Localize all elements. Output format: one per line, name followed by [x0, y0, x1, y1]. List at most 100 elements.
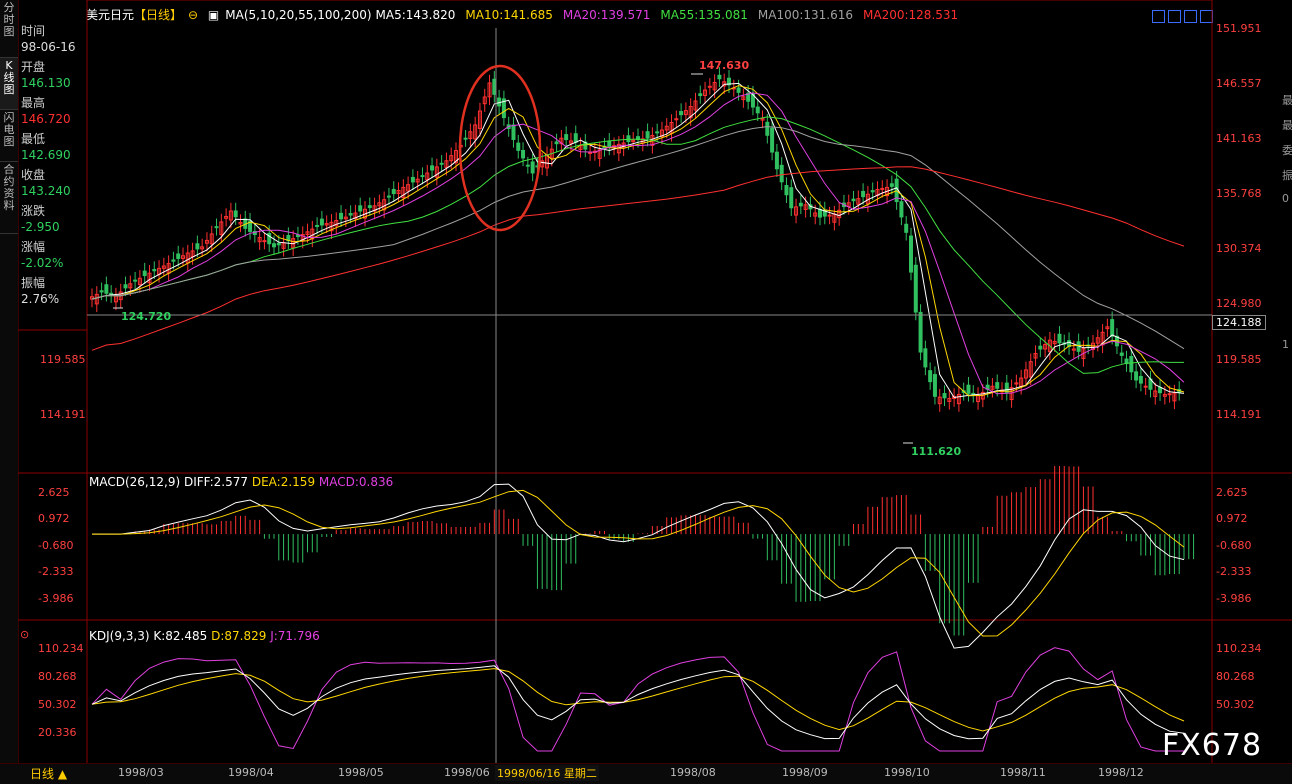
kdj-header: KDJ(9,3,3) K:82.485 D:87.829 J:71.796 [89, 629, 320, 643]
candle-body [195, 243, 200, 250]
candle-body [918, 311, 923, 353]
candle-body [1138, 375, 1143, 384]
candle-body [1158, 386, 1163, 394]
candle-body [564, 134, 569, 141]
macd-dea: DEA:2.159 [251, 475, 316, 489]
kdj-tick: 80.268 [38, 670, 77, 683]
candle-body [142, 270, 147, 277]
candle-body [755, 106, 760, 114]
price-tick: 130.374 [1216, 242, 1262, 255]
candle-body [932, 374, 937, 397]
kdj-tick-right: 50.302 [1216, 698, 1255, 711]
edge-text: 最 [1282, 119, 1292, 132]
candle-body [942, 393, 947, 399]
candle-body [511, 124, 516, 140]
candle-body [123, 284, 128, 289]
high-annotation: 147.630 [699, 59, 750, 72]
candle-body [176, 253, 181, 259]
candle-body [904, 223, 909, 233]
kdj-tick: 20.336 [38, 726, 77, 739]
x-axis-label: 1998/09 [782, 766, 828, 779]
macd-tick-right: -3.986 [1216, 592, 1252, 605]
candle-body [367, 205, 372, 209]
candle-body [573, 133, 578, 143]
macd-tick-right: -0.680 [1216, 539, 1252, 552]
candle-body [262, 240, 267, 243]
price-tick-left: 119.585 [40, 353, 86, 366]
period-selector[interactable]: 日线 ▲ [30, 765, 67, 782]
candle-body [1119, 352, 1124, 356]
candle-body [339, 212, 344, 220]
macd-dea-line [92, 489, 1185, 637]
candle-body [818, 208, 822, 218]
candle-body [99, 290, 104, 293]
candle-body [971, 392, 976, 395]
macd-diff: DIFF:2.577 [183, 475, 249, 489]
candle-body [923, 348, 928, 368]
candle-body [133, 279, 138, 282]
ma200-line [91, 166, 1185, 351]
x-axis-label: 1998/08 [670, 766, 716, 779]
kline-chart[interactable] [0, 0, 1292, 783]
price-tick: 141.163 [1216, 132, 1262, 145]
candle-body [521, 149, 526, 159]
candle-body [152, 269, 157, 272]
macd-header: MACD(26,12,9) DIFF:2.577 DEA:2.159 MACD:… [89, 475, 393, 489]
macd-tick: -2.333 [38, 565, 74, 578]
candle-body [171, 259, 176, 262]
candle-body [348, 213, 353, 216]
cursor-date-label: 1998/06/16 星期二 [495, 765, 599, 781]
candle-body [1038, 345, 1043, 350]
candle-body [736, 87, 741, 93]
candle-body [319, 218, 324, 226]
candle-body [774, 151, 779, 170]
candle-body [789, 187, 794, 209]
crosshair-price-label: 124.188 [1212, 315, 1266, 330]
kdj-d-line [91, 668, 1185, 732]
macd-diff-line [92, 483, 1185, 649]
edge-text: 最 [1282, 94, 1292, 107]
kdj-j: J:71.796 [270, 629, 320, 643]
candle-body [358, 205, 363, 212]
macd-tick: 0.972 [38, 512, 70, 525]
kdj-tick: 110.234 [38, 642, 84, 655]
candle-body [889, 183, 894, 187]
price-tick: 124.980 [1216, 297, 1262, 310]
kdj-k: K:82.485 [153, 629, 208, 643]
candle-body [276, 242, 281, 246]
candle-body [899, 201, 904, 218]
candle-body [913, 264, 918, 313]
candle-body [784, 185, 789, 196]
candle-body [516, 142, 521, 151]
x-axis-label: 1998/03 [118, 766, 164, 779]
edge-text: 振 [1282, 169, 1292, 182]
candle-body [674, 118, 679, 121]
candle-body [272, 243, 276, 248]
candle-body [928, 370, 933, 383]
candle-body [995, 382, 1000, 389]
candle-body [439, 162, 444, 165]
price-tick: 151.951 [1216, 22, 1262, 35]
candle-body [707, 85, 712, 88]
candle-body [410, 176, 415, 183]
candle-body [386, 195, 391, 198]
candle-body [233, 210, 238, 218]
candle-body [870, 190, 875, 193]
candle-body [391, 188, 396, 195]
low-annotation: 124.720 [121, 310, 172, 323]
candle-body [1143, 385, 1148, 388]
candle-body [765, 121, 770, 136]
macd-tick: -3.986 [38, 592, 74, 605]
x-axis-label: 1998/06 [444, 766, 490, 779]
macd-label: MACD(26,12,9) [89, 475, 181, 489]
candle-body [1129, 355, 1134, 373]
watermark-logo: FX678 [1162, 728, 1263, 763]
macd-tick: -0.680 [38, 539, 74, 552]
edge-text: 0 [1282, 192, 1289, 205]
candle-body [770, 127, 775, 153]
candle-body [607, 140, 612, 148]
price-tick: 119.585 [1216, 353, 1262, 366]
kdj-settings-icon[interactable]: ⊙ [20, 628, 29, 641]
kdj-d: D:87.829 [211, 629, 267, 643]
candle-body [588, 152, 593, 155]
